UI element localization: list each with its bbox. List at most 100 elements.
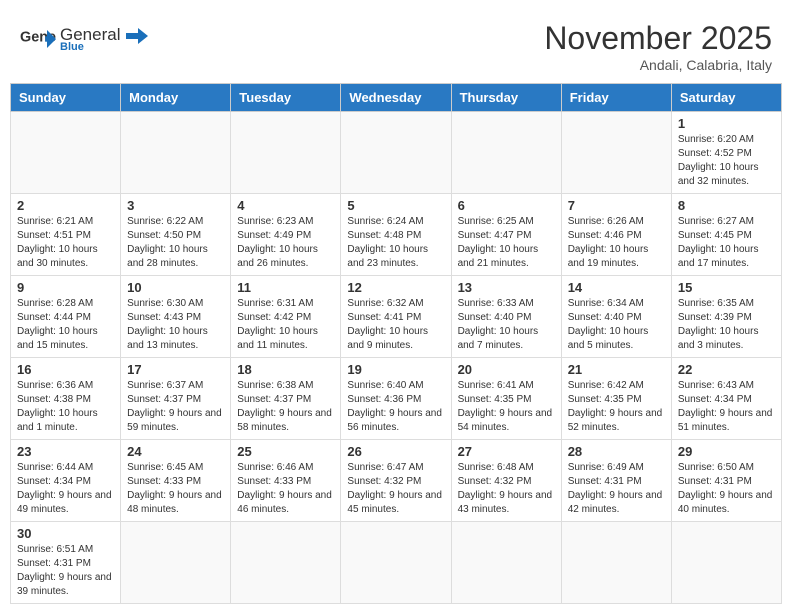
day-info: Sunrise: 6:28 AM Sunset: 4:44 PM Dayligh…: [17, 297, 114, 353]
calendar-cell: 26Sunrise: 6:47 AM Sunset: 4:32 PM Dayli…: [341, 440, 451, 522]
calendar-cell: 12Sunrise: 6:32 AM Sunset: 4:41 PM Dayli…: [341, 276, 451, 358]
weekday-header-thursday: Thursday: [451, 84, 561, 112]
page-header: General General Blue November 2025 Andal…: [10, 10, 782, 78]
day-number: 12: [347, 280, 444, 295]
calendar-cell: 23 Sunrise: 6:44 AM Sunset: 4:34 PM Dayli…: [11, 440, 121, 522]
day-number: 27: [458, 444, 555, 459]
location-subtitle: Andali, Calabria, Italy: [544, 57, 772, 73]
week-row-3: 9 Sunrise: 6:28 AM Sunset: 4:44 PM Daylig…: [11, 276, 782, 358]
day-number: 18: [237, 362, 334, 377]
week-row-5: 23 Sunrise: 6:44 AM Sunset: 4:34 PM Dayli…: [11, 440, 782, 522]
calendar-table: SundayMondayTuesdayWednesdayThursdayFrid…: [10, 83, 782, 604]
calendar-cell: [121, 522, 231, 604]
day-number: 19: [347, 362, 444, 377]
day-number: 8: [678, 198, 775, 213]
weekday-header-saturday: Saturday: [671, 84, 781, 112]
logo-text: General Blue: [60, 20, 150, 57]
day-number: 6: [458, 198, 555, 213]
calendar-cell: [341, 112, 451, 194]
weekday-header-sunday: Sunday: [11, 84, 121, 112]
day-number: 1: [678, 116, 775, 131]
weekday-header-monday: Monday: [121, 84, 231, 112]
calendar-cell: [561, 522, 671, 604]
calendar-cell: 25Sunrise: 6:46 AM Sunset: 4:33 PM Dayli…: [231, 440, 341, 522]
day-number: 10: [127, 280, 224, 295]
week-row-1: 1 Sunrise: 6:20 AM Sunset: 4:52 PM Daylig…: [11, 112, 782, 194]
day-number: 15: [678, 280, 775, 295]
calendar-cell: 13 Sunrise: 6:33 AM Sunset: 4:40 PM Dayli…: [451, 276, 561, 358]
calendar-cell: [231, 112, 341, 194]
calendar-cell: 7Sunrise: 6:26 AM Sunset: 4:46 PM Daylig…: [561, 194, 671, 276]
calendar-cell: 1 Sunrise: 6:20 AM Sunset: 4:52 PM Daylig…: [671, 112, 781, 194]
day-number: 29: [678, 444, 775, 459]
day-number: 9: [17, 280, 114, 295]
weekday-header-wednesday: Wednesday: [341, 84, 451, 112]
calendar-cell: 16Sunrise: 6:36 AM Sunset: 4:38 PM Dayli…: [11, 358, 121, 440]
day-info: Sunrise: 6:49 AM Sunset: 4:31 PM Dayligh…: [568, 461, 665, 517]
title-block: November 2025 Andali, Calabria, Italy: [544, 20, 772, 73]
svg-text:Blue: Blue: [60, 41, 84, 52]
day-number: 25: [237, 444, 334, 459]
day-number: 17: [127, 362, 224, 377]
calendar-cell: 30Sunrise: 6:51 AM Sunset: 4:31 PM Dayli…: [11, 522, 121, 604]
day-number: 30: [17, 526, 114, 541]
day-number: 11: [237, 280, 334, 295]
day-info: Sunrise: 6:45 AM Sunset: 4:33 PM Dayligh…: [127, 461, 224, 517]
day-info: Sunrise: 6:22 AM Sunset: 4:50 PM Dayligh…: [127, 215, 224, 271]
calendar-cell: 14 Sunrise: 6:34 AM Sunset: 4:40 PM Dayli…: [561, 276, 671, 358]
day-info: Sunrise: 6:44 AM Sunset: 4:34 PM Dayligh…: [17, 461, 114, 517]
calendar-cell: 6Sunrise: 6:25 AM Sunset: 4:47 PM Daylig…: [451, 194, 561, 276]
calendar-cell: [451, 522, 561, 604]
calendar-cell: 24 Sunrise: 6:45 AM Sunset: 4:33 PM Dayli…: [121, 440, 231, 522]
calendar-cell: 3 Sunrise: 6:22 AM Sunset: 4:50 PM Daylig…: [121, 194, 231, 276]
day-info: Sunrise: 6:48 AM Sunset: 4:32 PM Dayligh…: [458, 461, 555, 517]
day-info: Sunrise: 6:33 AM Sunset: 4:40 PM Dayligh…: [458, 297, 555, 353]
day-info: Sunrise: 6:23 AM Sunset: 4:49 PM Dayligh…: [237, 215, 334, 271]
calendar-cell: 20 Sunrise: 6:41 AM Sunset: 4:35 PM Dayli…: [451, 358, 561, 440]
day-info: Sunrise: 6:21 AM Sunset: 4:51 PM Dayligh…: [17, 215, 114, 271]
calendar-cell: 11Sunrise: 6:31 AM Sunset: 4:42 PM Dayli…: [231, 276, 341, 358]
day-info: Sunrise: 6:43 AM Sunset: 4:34 PM Dayligh…: [678, 379, 775, 435]
day-info: Sunrise: 6:20 AM Sunset: 4:52 PM Dayligh…: [678, 133, 775, 189]
day-number: 5: [347, 198, 444, 213]
calendar-cell: 27 Sunrise: 6:48 AM Sunset: 4:32 PM Dayli…: [451, 440, 561, 522]
calendar-cell: 5 Sunrise: 6:24 AM Sunset: 4:48 PM Daylig…: [341, 194, 451, 276]
logo-icon: General: [20, 25, 56, 53]
day-info: Sunrise: 6:37 AM Sunset: 4:37 PM Dayligh…: [127, 379, 224, 435]
calendar-cell: [121, 112, 231, 194]
logo: General General Blue: [20, 20, 150, 57]
day-number: 13: [458, 280, 555, 295]
calendar-cell: 15 Sunrise: 6:35 AM Sunset: 4:39 PM Dayli…: [671, 276, 781, 358]
calendar-cell: 21Sunrise: 6:42 AM Sunset: 4:35 PM Dayli…: [561, 358, 671, 440]
day-number: 26: [347, 444, 444, 459]
calendar-cell: 10Sunrise: 6:30 AM Sunset: 4:43 PM Dayli…: [121, 276, 231, 358]
calendar-cell: 17 Sunrise: 6:37 AM Sunset: 4:37 PM Dayli…: [121, 358, 231, 440]
calendar-cell: [451, 112, 561, 194]
day-info: Sunrise: 6:40 AM Sunset: 4:36 PM Dayligh…: [347, 379, 444, 435]
day-number: 3: [127, 198, 224, 213]
day-number: 4: [237, 198, 334, 213]
calendar-cell: 28 Sunrise: 6:49 AM Sunset: 4:31 PM Dayli…: [561, 440, 671, 522]
day-number: 14: [568, 280, 665, 295]
day-number: 23: [17, 444, 114, 459]
day-info: Sunrise: 6:42 AM Sunset: 4:35 PM Dayligh…: [568, 379, 665, 435]
calendar-cell: [341, 522, 451, 604]
day-info: Sunrise: 6:41 AM Sunset: 4:35 PM Dayligh…: [458, 379, 555, 435]
day-number: 28: [568, 444, 665, 459]
calendar-cell: 29 Sunrise: 6:50 AM Sunset: 4:31 PM Dayli…: [671, 440, 781, 522]
calendar-cell: 2 Sunrise: 6:21 AM Sunset: 4:51 PM Daylig…: [11, 194, 121, 276]
calendar-cell: 4 Sunrise: 6:23 AM Sunset: 4:49 PM Daylig…: [231, 194, 341, 276]
day-info: Sunrise: 6:50 AM Sunset: 4:31 PM Dayligh…: [678, 461, 775, 517]
week-row-6: 30Sunrise: 6:51 AM Sunset: 4:31 PM Dayli…: [11, 522, 782, 604]
day-info: Sunrise: 6:26 AM Sunset: 4:46 PM Dayligh…: [568, 215, 665, 271]
calendar-cell: 22Sunrise: 6:43 AM Sunset: 4:34 PM Dayli…: [671, 358, 781, 440]
day-number: 16: [17, 362, 114, 377]
day-info: Sunrise: 6:34 AM Sunset: 4:40 PM Dayligh…: [568, 297, 665, 353]
calendar-cell: [231, 522, 341, 604]
day-info: Sunrise: 6:24 AM Sunset: 4:48 PM Dayligh…: [347, 215, 444, 271]
day-info: Sunrise: 6:35 AM Sunset: 4:39 PM Dayligh…: [678, 297, 775, 353]
day-number: 20: [458, 362, 555, 377]
day-number: 2: [17, 198, 114, 213]
day-info: Sunrise: 6:27 AM Sunset: 4:45 PM Dayligh…: [678, 215, 775, 271]
day-number: 24: [127, 444, 224, 459]
